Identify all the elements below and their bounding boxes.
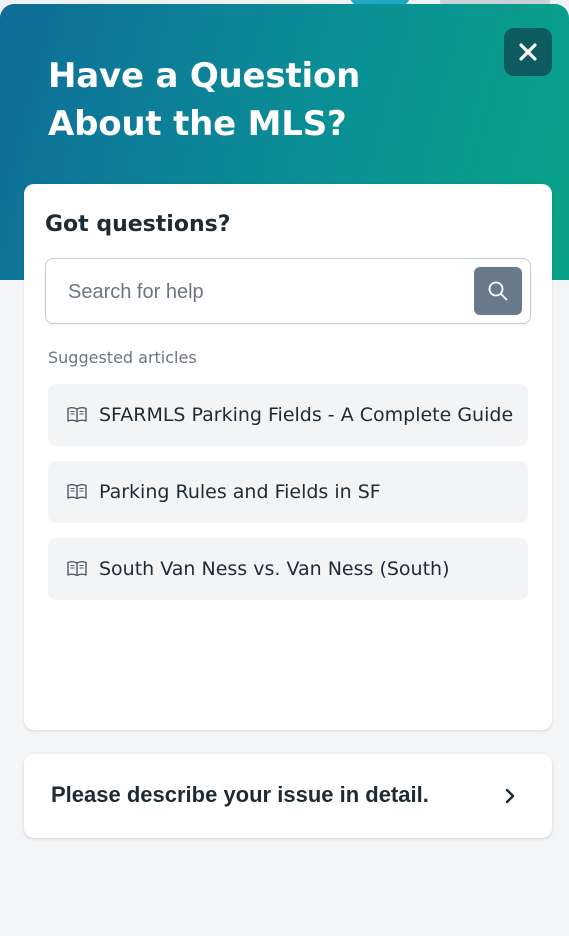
- article-title: South Van Ness vs. Van Ness (South): [99, 558, 450, 580]
- book-icon: [66, 406, 88, 424]
- describe-issue-label: Please describe your issue in detail.: [51, 782, 429, 807]
- help-card: Got questions? Suggested articles SFARML…: [24, 184, 552, 730]
- search-button[interactable]: [474, 267, 522, 315]
- article-title: Parking Rules and Fields in SF: [99, 481, 381, 503]
- close-icon: [519, 43, 537, 61]
- search-input[interactable]: [66, 259, 470, 325]
- close-button[interactable]: [504, 28, 552, 76]
- book-icon: [66, 560, 88, 578]
- book-icon: [66, 483, 88, 501]
- describe-issue-button[interactable]: Please describe your issue in detail.: [24, 754, 552, 838]
- chevron-right-icon: [505, 788, 515, 804]
- suggested-article[interactable]: South Van Ness vs. Van Ness (South): [48, 538, 528, 600]
- suggested-article[interactable]: SFARMLS Parking Fields - A Complete Guid…: [48, 384, 528, 446]
- search-icon: [488, 281, 508, 301]
- suggested-article[interactable]: Parking Rules and Fields in SF: [48, 461, 528, 523]
- article-title: SFARMLS Parking Fields - A Complete Guid…: [99, 404, 514, 426]
- card-title: Got questions?: [45, 212, 231, 237]
- help-widget: Have a Question About the MLS? Got quest…: [0, 4, 569, 936]
- search-box: [45, 258, 531, 325]
- widget-title: Have a Question About the MLS?: [48, 56, 361, 144]
- suggested-articles-label: Suggested articles: [48, 348, 197, 367]
